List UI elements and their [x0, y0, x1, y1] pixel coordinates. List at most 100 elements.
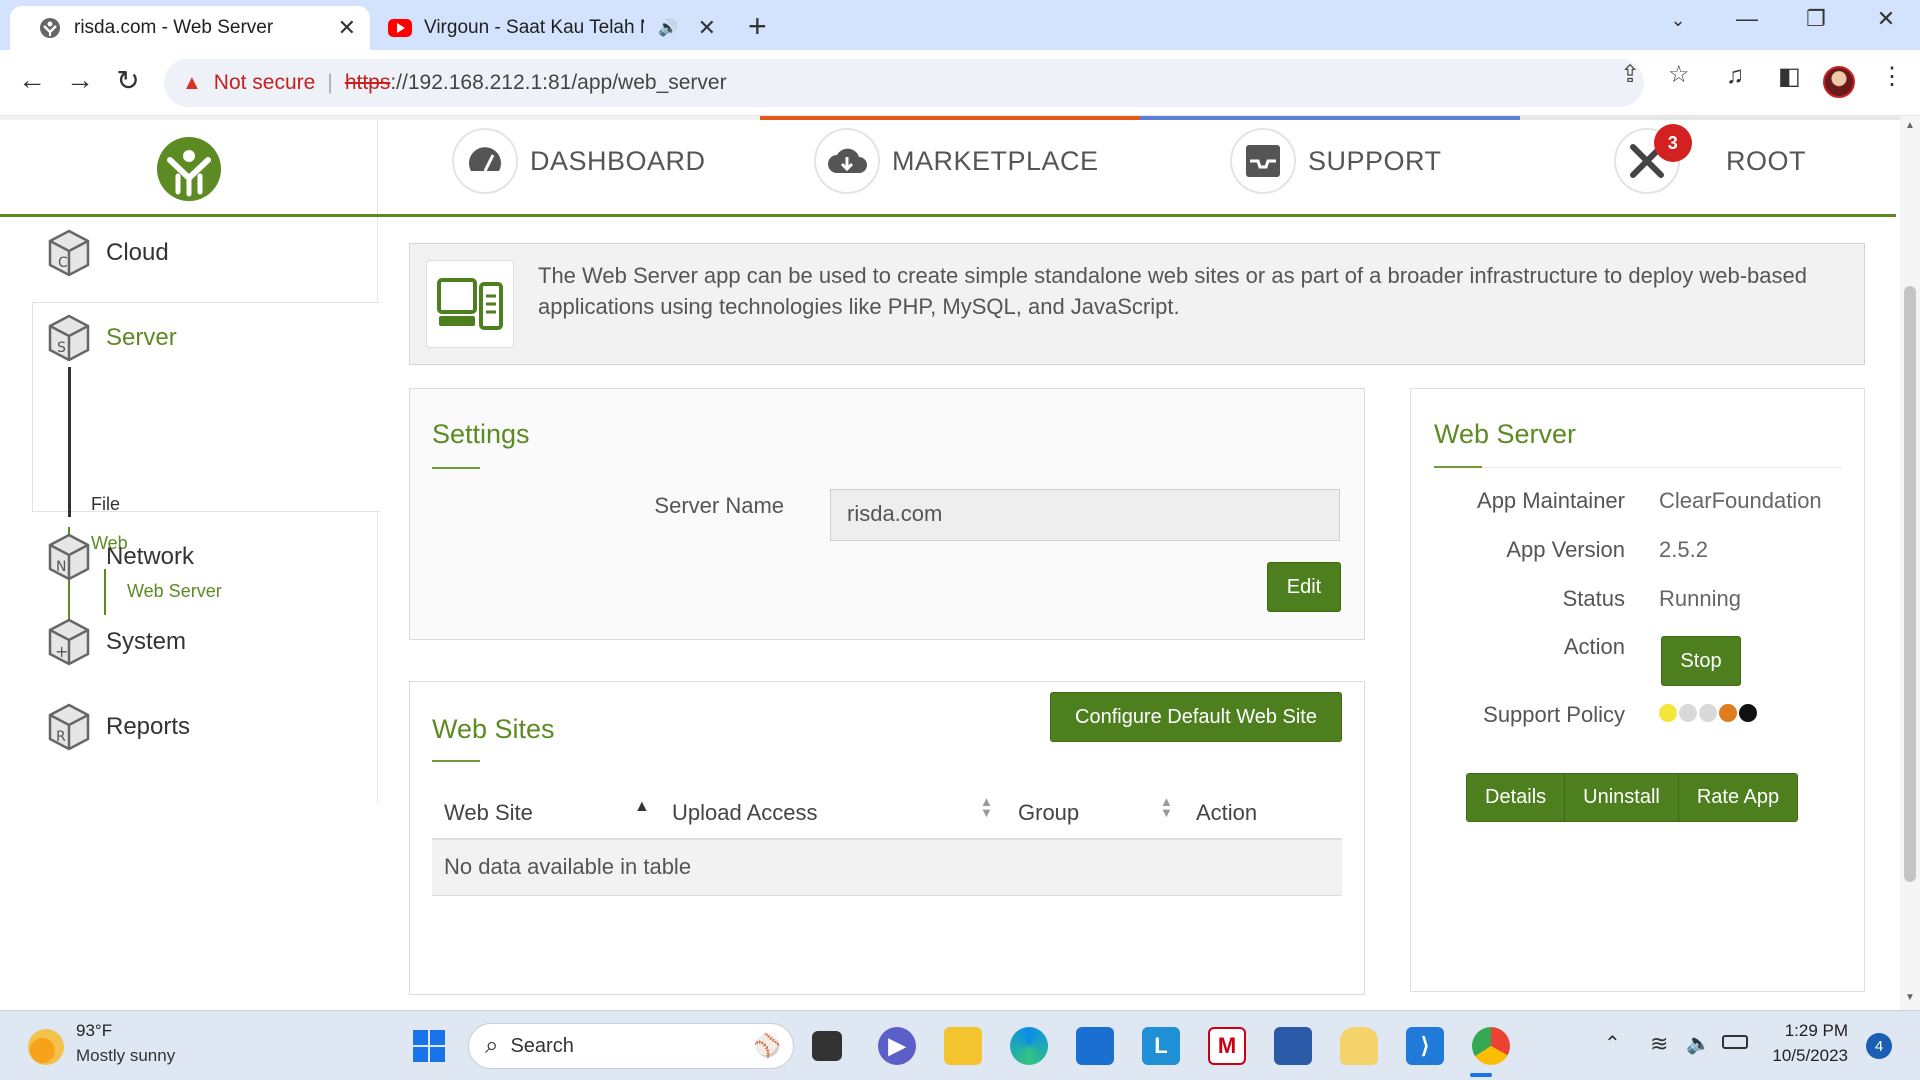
- search-placeholder: Search: [510, 1034, 574, 1057]
- weather-sun-icon[interactable]: [28, 1029, 64, 1065]
- column-header-group[interactable]: Group: [1018, 800, 1079, 826]
- nav-dashboard-label: DASHBOARD: [530, 145, 706, 176]
- tab-search-chevron-icon[interactable]: ⌄: [1658, 10, 1698, 31]
- nav-support[interactable]: SUPPORT: [1230, 128, 1442, 194]
- details-button[interactable]: Details: [1467, 774, 1566, 821]
- edge-browser-icon[interactable]: [1010, 1027, 1048, 1065]
- menu-kebab-icon[interactable]: ⋮: [1880, 62, 1904, 91]
- sort-both-icon[interactable]: ▲ ▼: [980, 795, 993, 819]
- forward-button[interactable]: →: [60, 64, 100, 96]
- show-hidden-icons-chevron[interactable]: ⌃: [1604, 1031, 1621, 1056]
- profile-avatar[interactable]: [1823, 66, 1855, 98]
- sidebar-subitem-file[interactable]: File: [91, 494, 120, 515]
- vscode-icon[interactable]: ⟩: [1406, 1027, 1444, 1065]
- virtualbox-icon[interactable]: [1274, 1027, 1312, 1065]
- share-icon[interactable]: ⇪: [1620, 60, 1640, 89]
- tab-title: Virgoun - Saat Kau Telah Me: [424, 17, 644, 38]
- clock-time[interactable]: 1:29 PM: [1764, 1021, 1848, 1041]
- stop-button[interactable]: Stop: [1661, 636, 1741, 686]
- nav-dashboard[interactable]: DASHBOARD: [452, 128, 706, 194]
- not-secure-label[interactable]: Not secure: [214, 71, 316, 95]
- app-action-button-group: Details Uninstall Rate App: [1466, 773, 1799, 822]
- chrome-icon[interactable]: [1472, 1027, 1510, 1065]
- support-policy-label: Support Policy: [1483, 702, 1625, 727]
- file-explorer-icon[interactable]: [944, 1027, 982, 1065]
- configure-default-web-site-button[interactable]: Configure Default Web Site: [1050, 692, 1342, 742]
- windows-start-icon[interactable]: [410, 1027, 448, 1065]
- notification-count-badge[interactable]: 4: [1866, 1033, 1892, 1059]
- column-header-upload-access[interactable]: Upload Access: [672, 800, 818, 826]
- audio-playing-icon[interactable]: 🔊: [658, 18, 678, 38]
- app-info-title-underline: [1434, 466, 1482, 468]
- task-view-icon[interactable]: [812, 1031, 842, 1061]
- l-app-icon[interactable]: L: [1142, 1027, 1180, 1065]
- tab-web-server[interactable]: risda.com - Web Server ✕: [10, 6, 370, 50]
- page-scrollbar[interactable]: ▲ ▼: [1900, 116, 1920, 1010]
- sidebar-item-cloud[interactable]: C Cloud: [48, 229, 169, 277]
- scroll-down-arrow-icon[interactable]: ▼: [1905, 992, 1915, 1003]
- microsoft-store-icon[interactable]: [1076, 1027, 1114, 1065]
- reload-button[interactable]: ↻: [108, 64, 148, 97]
- restore-button[interactable]: ❐: [1796, 6, 1836, 32]
- volume-icon[interactable]: 🔈: [1686, 1031, 1711, 1056]
- back-button[interactable]: ←: [12, 64, 52, 96]
- bookmark-star-icon[interactable]: ☆: [1668, 60, 1690, 89]
- side-panel-icon[interactable]: ◧: [1778, 62, 1801, 91]
- close-window-button[interactable]: ✕: [1866, 6, 1906, 32]
- minimize-button[interactable]: —: [1727, 6, 1767, 32]
- weather-description[interactable]: Mostly sunny: [76, 1046, 175, 1066]
- scroll-up-arrow-icon[interactable]: ▲: [1905, 120, 1915, 131]
- url-protocol: https: [344, 71, 391, 94]
- mcafee-icon[interactable]: M: [1208, 1027, 1246, 1065]
- teams-chat-icon[interactable]: ▶: [878, 1027, 916, 1065]
- sidebar-item-network[interactable]: N Network: [48, 533, 194, 581]
- sidebar-item-reports[interactable]: R Reports: [48, 703, 190, 751]
- scrollbar-thumb[interactable]: [1904, 286, 1916, 882]
- rate-app-button[interactable]: Rate App: [1678, 774, 1798, 821]
- weather-temp[interactable]: 93°F: [76, 1021, 112, 1041]
- search-highlight-icon: ⚾: [753, 1033, 781, 1058]
- close-tab-icon[interactable]: ✕: [698, 15, 716, 41]
- close-tab-icon[interactable]: ✕: [338, 15, 356, 41]
- websites-title-underline: [432, 760, 480, 762]
- clock-date[interactable]: 10/5/2023: [1764, 1046, 1848, 1066]
- root-notification-badge[interactable]: 3: [1654, 124, 1692, 162]
- support-policy-dots[interactable]: [1659, 704, 1759, 722]
- youtube-favicon-icon: [388, 16, 412, 40]
- column-header-action: Action: [1196, 800, 1258, 825]
- network-cube-icon: N: [48, 533, 90, 581]
- server-name-field[interactable]: risda.com: [830, 489, 1340, 541]
- battery-icon[interactable]: [1722, 1035, 1748, 1049]
- nav-root[interactable]: 3 ROOT: [1614, 124, 1806, 194]
- app-info-divider: [1434, 467, 1842, 468]
- dashboard-gauge-icon: [452, 128, 518, 194]
- media-control-icon[interactable]: ♫: [1726, 62, 1744, 90]
- new-tab-button[interactable]: +: [748, 8, 767, 45]
- wifi-icon[interactable]: ≋: [1650, 1031, 1668, 1057]
- svg-text:N: N: [56, 559, 66, 575]
- column-header-web-site[interactable]: Web Site: [444, 800, 533, 826]
- uninstall-button[interactable]: Uninstall: [1565, 774, 1679, 821]
- app-maintainer-value: ClearFoundation: [1659, 488, 1822, 513]
- nav-marketplace[interactable]: MARKETPLACE: [814, 128, 1099, 194]
- app-info-panel: Web Server App Maintainer ClearFoundatio…: [1410, 388, 1865, 992]
- settings-title-underline: [432, 467, 480, 469]
- sidebar-item-system[interactable]: + System: [48, 618, 186, 666]
- reports-cube-icon: R: [48, 703, 90, 751]
- app-viewport: DASHBOARD MARKETPLACE SUPPORT 3 ROOT C C…: [0, 116, 1900, 1010]
- sort-both-icon[interactable]: ▲ ▼: [1160, 795, 1173, 819]
- logo-cell[interactable]: [0, 120, 378, 218]
- tab-youtube[interactable]: Virgoun - Saat Kau Telah Me 🔊 ✕: [370, 6, 730, 50]
- app-maintainer-label: App Maintainer: [1477, 488, 1625, 513]
- app-folder-64-icon[interactable]: [1340, 1027, 1378, 1065]
- sidebar-subitem-web-server[interactable]: Web Server: [127, 581, 222, 602]
- sidebar-item-server[interactable]: S Server: [48, 314, 177, 362]
- app-intro-text: The Web Server app can be used to create…: [538, 263, 1807, 319]
- nav-root-label: ROOT: [1726, 145, 1806, 176]
- warning-icon[interactable]: ▲: [182, 72, 202, 95]
- url-text: ://192.168.212.1:81/app/web_server: [390, 71, 727, 94]
- taskbar-search[interactable]: ⌕ Search ⚾: [468, 1023, 794, 1069]
- sort-ascending-icon[interactable]: ▲: [634, 798, 650, 816]
- address-bar[interactable]: ▲ Not secure | https ://192.168.212.1:81…: [164, 59, 1644, 107]
- edit-button[interactable]: Edit: [1267, 562, 1341, 612]
